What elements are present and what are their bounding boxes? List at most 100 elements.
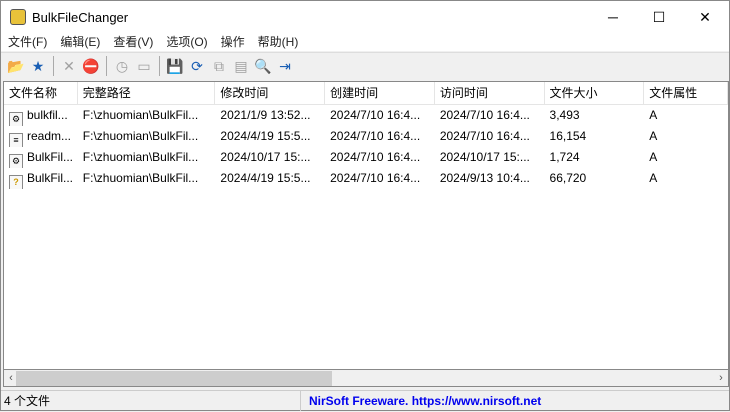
table-cell: ? BulkFil...	[4, 168, 78, 189]
cell-text: 1,724	[549, 150, 580, 164]
window-icon[interactable]: ▭	[133, 55, 155, 77]
gear-file-icon: ⚙	[9, 112, 23, 126]
table-cell: 2024/7/10 16:4...	[435, 126, 545, 147]
window-title: BulkFileChanger	[32, 9, 129, 25]
toolbar: 📂 ★ ✕ ⛔ ◷ ▭ 💾 ⟳ ⧉ ▤ 🔍 ⇥	[1, 52, 729, 79]
cell-text: 2024/7/10 16:4...	[330, 150, 421, 164]
maximize-button[interactable]: ☐	[636, 1, 682, 33]
minimize-button[interactable]: ─	[590, 1, 636, 33]
table-cell: F:\zhuomian\BulkFil...	[78, 126, 216, 147]
table-cell: 2021/1/9 13:52...	[215, 105, 325, 126]
column-header[interactable]: 文件大小	[545, 82, 645, 104]
text-file-icon: ≡	[9, 133, 23, 147]
cell-text: A	[649, 108, 658, 122]
cell-text: 2024/7/10 16:4...	[330, 171, 421, 185]
cell-text: F:\zhuomian\BulkFil...	[82, 129, 199, 143]
table-cell: 2024/4/19 15:5...	[215, 126, 325, 147]
cell-text: BulkFil...	[27, 171, 74, 185]
table-cell: 2024/7/10 16:4...	[325, 105, 435, 126]
table-cell: 1,724	[545, 147, 645, 168]
table-cell: 2024/4/19 15:5...	[215, 168, 325, 189]
file-list[interactable]: 文件名称 完整路径 修改时间 创建时间 访问时间 文件大小 文件属性 ⚙ bulkfil...…	[3, 81, 729, 370]
clock-icon[interactable]: ◷	[111, 55, 133, 77]
table-cell: 2024/7/10 16:4...	[325, 126, 435, 147]
table-cell: 2024/9/13 10:4...	[435, 168, 545, 189]
cell-text: F:\zhuomian\BulkFil...	[82, 108, 199, 122]
table-cell: F:\zhuomian\BulkFil...	[78, 105, 216, 126]
table-row[interactable]: ⚙ BulkFil... F:\zhuomian\BulkFil... 2024/10…	[4, 147, 728, 168]
table-row[interactable]: ⚙ bulkfil... F:\zhuomian\BulkFil... 2021/1/…	[4, 105, 728, 126]
cell-text: 66,720	[549, 171, 587, 185]
cell-text: BulkFil...	[27, 150, 74, 164]
delete-icon[interactable]: ✕	[58, 55, 80, 77]
column-header[interactable]: 创建时间	[325, 82, 435, 104]
menu-item[interactable]: 文件(F)	[1, 33, 53, 51]
menu-item[interactable]: 帮助(H)	[251, 33, 305, 51]
table-cell: 2024/7/10 16:4...	[325, 147, 435, 168]
cell-text: readm...	[27, 129, 72, 143]
table-row[interactable]: ≡ readm... F:\zhuomian\BulkFil... 2024/4/19…	[4, 126, 728, 147]
properties-icon[interactable]: ▤	[230, 55, 252, 77]
cell-text: 3,493	[549, 108, 580, 122]
cell-text: 16,154	[549, 129, 587, 143]
table-cell: A	[644, 147, 728, 168]
column-header[interactable]: 修改时间	[215, 82, 326, 104]
column-header[interactable]: 文件名称	[4, 82, 78, 104]
cell-text: 2024/10/17 15:...	[220, 150, 311, 164]
cell-text: F:\zhuomian\BulkFil...	[82, 150, 199, 164]
table-cell: 66,720	[545, 168, 645, 189]
refresh-icon[interactable]: ⟳	[186, 55, 208, 77]
scroll-right-icon[interactable]: ›	[714, 370, 728, 387]
cell-text: 2024/7/10 16:4...	[330, 108, 421, 122]
open-folder-icon[interactable]: 📂	[5, 55, 27, 77]
menu-item[interactable]: 选项(O)	[159, 33, 213, 51]
cell-text: bulkfil...	[27, 108, 68, 122]
nirsoft-link[interactable]: NirSoft Freeware. https://www.nirsoft.ne…	[301, 391, 541, 411]
table-cell: A	[644, 168, 728, 189]
cell-text: 2024/9/13 10:4...	[439, 171, 530, 185]
menu-item[interactable]: 操作	[214, 33, 251, 51]
toolbar-separator	[159, 56, 160, 76]
copy-icon[interactable]: ⧉	[208, 55, 230, 77]
add-folder-icon[interactable]: ★	[27, 55, 49, 77]
app-icon	[10, 9, 26, 25]
cell-text: A	[649, 171, 658, 185]
column-header[interactable]: 文件属性	[644, 82, 728, 104]
column-header[interactable]: 访问时间	[435, 82, 545, 104]
cell-text: 2024/7/10 16:4...	[439, 129, 530, 143]
column-header[interactable]: 完整路径	[78, 82, 216, 104]
cell-text: A	[649, 129, 658, 143]
table-cell: A	[644, 126, 728, 147]
close-button[interactable]: ✕	[682, 1, 728, 33]
help-file-icon: ?	[9, 175, 23, 189]
horizontal-scrollbar[interactable]: ‹ ›	[3, 370, 729, 387]
menu-bar: 文件(F) 编辑(E) 查看(V) 选项(O) 操作 帮助(H)	[1, 33, 729, 51]
menu-item[interactable]: 编辑(E)	[53, 33, 106, 51]
cell-text: 2021/1/9 13:52...	[220, 108, 311, 122]
title-bar: BulkFileChanger ─ ☐ ✕	[1, 1, 729, 33]
cell-text: 2024/10/17 15:...	[439, 150, 530, 164]
table-cell: 2024/10/17 15:...	[435, 147, 545, 168]
settings-file-icon: ⚙	[9, 154, 23, 168]
cell-text: 2024/4/19 15:5...	[220, 129, 311, 143]
scroll-thumb[interactable]	[16, 371, 332, 386]
table-cell: F:\zhuomian\BulkFil...	[78, 168, 216, 189]
table-cell: 2024/7/10 16:4...	[325, 168, 435, 189]
save-icon[interactable]: 💾	[164, 55, 186, 77]
clear-icon[interactable]: ⛔	[80, 55, 102, 77]
cell-text: 2024/7/10 16:4...	[330, 129, 421, 143]
table-cell: F:\zhuomian\BulkFil...	[78, 147, 216, 168]
menu-item[interactable]: 查看(V)	[106, 33, 159, 51]
table-cell: 16,154	[545, 126, 645, 147]
table-row[interactable]: ? BulkFil... F:\zhuomian\BulkFil... 2024/4/…	[4, 168, 728, 189]
status-bar: 4 个文件 NirSoft Freeware. https://www.nirs…	[1, 390, 729, 411]
cell-text: F:\zhuomian\BulkFil...	[82, 171, 199, 185]
table-cell: 2024/7/10 16:4...	[435, 105, 545, 126]
table-cell: ⚙ bulkfil...	[4, 105, 78, 126]
cell-text: 2024/7/10 16:4...	[439, 108, 530, 122]
file-count: 4 个文件	[1, 391, 301, 411]
exit-icon[interactable]: ⇥	[274, 55, 296, 77]
find-icon[interactable]: 🔍	[252, 55, 274, 77]
table-cell: 2024/10/17 15:...	[215, 147, 325, 168]
table-cell: ⚙ BulkFil...	[4, 147, 78, 168]
